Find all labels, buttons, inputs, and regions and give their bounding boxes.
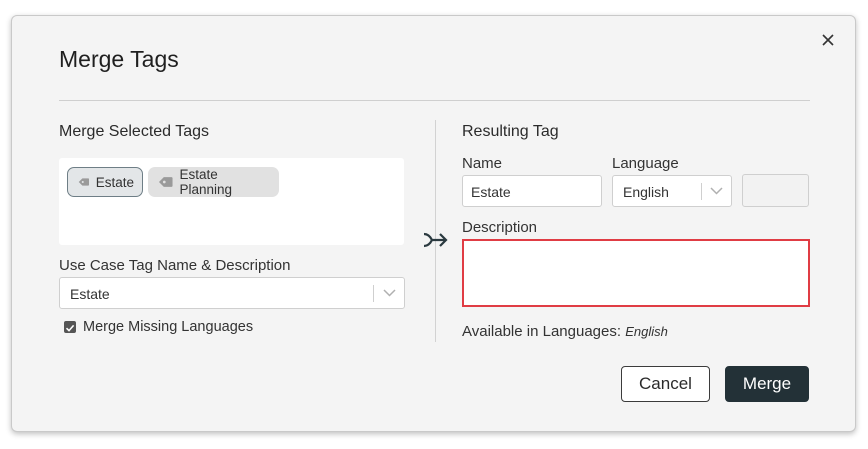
- available-languages-label: Available in Languages:: [462, 323, 622, 340]
- name-input-value: Estate: [471, 184, 511, 200]
- resulting-tag-heading: Resulting Tag: [462, 123, 559, 140]
- use-case-select[interactable]: Estate: [59, 277, 405, 309]
- language-select-value: English: [623, 184, 669, 200]
- check-icon: [65, 324, 75, 332]
- description-textarea[interactable]: [462, 239, 810, 307]
- tag-icon: [158, 177, 173, 187]
- merge-tags-dialog: Merge Tags Merge Selected Tags Estate Es…: [11, 15, 856, 432]
- language-select[interactable]: English: [612, 175, 732, 207]
- available-languages-value: English: [625, 324, 668, 339]
- language-label: Language: [612, 155, 679, 172]
- chevron-down-icon: [383, 289, 396, 297]
- merge-missing-languages-label: Merge Missing Languages: [83, 319, 254, 335]
- title-divider: [59, 100, 810, 101]
- available-languages: Available in Languages: English: [462, 323, 668, 340]
- select-separator: [701, 183, 702, 200]
- tag-chip-label: Estate: [95, 174, 134, 190]
- selected-tags-box: Estate Estate Planning: [59, 158, 404, 245]
- select-separator: [373, 285, 374, 302]
- tag-chip-estate-planning[interactable]: Estate Planning: [148, 167, 279, 197]
- merge-button[interactable]: Merge: [725, 366, 809, 402]
- tag-chip-estate[interactable]: Estate: [67, 167, 143, 197]
- merge-arrow-icon: [423, 232, 448, 248]
- name-input[interactable]: Estate: [462, 175, 602, 207]
- use-case-label: Use Case Tag Name & Description: [59, 257, 291, 274]
- extra-input[interactable]: [742, 174, 809, 207]
- tag-icon: [78, 178, 89, 186]
- merge-missing-languages-checkbox[interactable]: [64, 321, 76, 333]
- tag-chip-label: Estate Planning: [179, 167, 233, 197]
- merge-selected-tags-heading: Merge Selected Tags: [59, 123, 210, 140]
- close-icon[interactable]: [820, 32, 836, 48]
- use-case-select-value: Estate: [70, 286, 110, 302]
- description-label: Description: [462, 219, 538, 236]
- dialog-title: Merge Tags: [59, 46, 179, 72]
- name-label: Name: [462, 155, 503, 172]
- chevron-down-icon: [710, 187, 723, 195]
- cancel-button[interactable]: Cancel: [621, 366, 710, 402]
